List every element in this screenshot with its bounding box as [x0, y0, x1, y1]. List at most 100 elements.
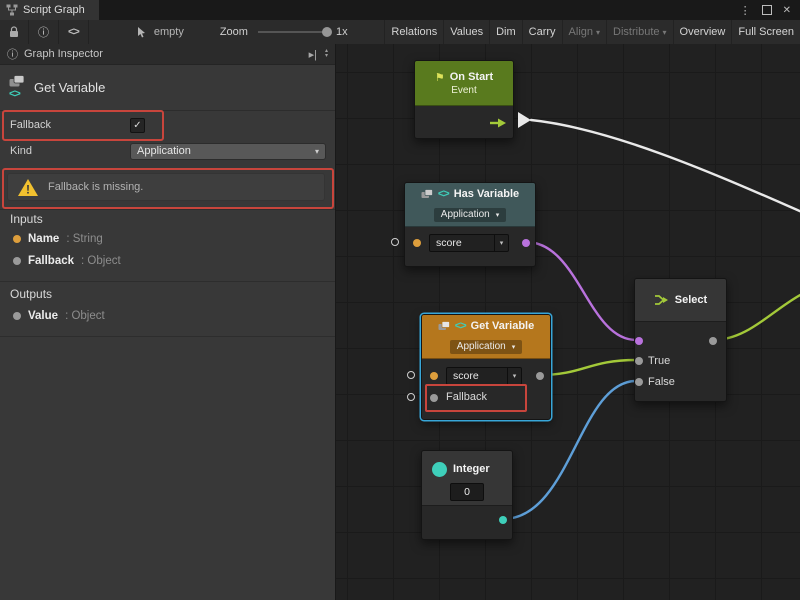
zoom-value: 1x [336, 26, 348, 38]
inputs-header: Inputs [10, 212, 43, 226]
inspector-header: ⓘ Graph Inspector ▸| ▴▾ [0, 44, 335, 65]
variables-icon [421, 189, 433, 199]
values-button[interactable]: Values [443, 20, 489, 44]
port-true-input[interactable] [635, 357, 643, 365]
distribute-button[interactable]: Distribute▾ [606, 20, 672, 44]
on-start-header: ⚑ On Start Event [415, 61, 513, 106]
input-row-fallback: Fallback : Object [13, 255, 121, 267]
tab-label: Script Graph [23, 4, 85, 16]
dropdown-arrow-icon: ▾ [512, 343, 516, 351]
unconnected-port-indicator [391, 238, 399, 246]
outputs-header: Outputs [10, 287, 52, 301]
code-icon: <> [438, 188, 449, 200]
name-value-field[interactable]: score ▾ [429, 234, 509, 252]
fullscreen-button[interactable]: Full Screen [731, 20, 800, 44]
align-button[interactable]: Align▾ [562, 20, 606, 44]
event-subtitle: Event [415, 85, 513, 96]
dropdown-arrow-icon: ▾ [315, 147, 319, 156]
output-row-value: Value : Object [13, 310, 105, 322]
integer-type-icon [432, 462, 447, 477]
scroll-spinner-icon[interactable]: ▴▾ [325, 49, 328, 59]
warning-icon: ! [17, 178, 39, 197]
port-integer-output[interactable] [499, 516, 507, 524]
graph-canvas[interactable]: ⚑ On Start Event [336, 44, 800, 600]
warning-helpbox: ! Fallback is missing. [7, 173, 325, 201]
false-port-label: False [648, 376, 675, 389]
node-integer[interactable]: Integer 0 [421, 450, 513, 540]
overview-button[interactable]: Overview [673, 20, 732, 44]
code-preview-button[interactable]: <> [59, 20, 89, 44]
window-menu-icon[interactable]: ⋮ [740, 4, 751, 17]
true-port-label: True [648, 355, 670, 368]
zoom-slider[interactable] [258, 31, 330, 33]
input-row-name: Name : String [13, 233, 103, 245]
wire-layer [336, 44, 800, 600]
code-icon: <> [9, 88, 20, 100]
kind-field-row: Kind Application ▾ [0, 139, 335, 163]
fallback-port-label: Fallback [446, 391, 487, 404]
svg-text:!: ! [26, 182, 30, 196]
lock-button[interactable] [0, 20, 29, 44]
node-get-variable[interactable]: <> Get Variable Application ▾ score ▾ Fa… [421, 314, 551, 420]
wire-on-start [531, 120, 800, 212]
dock-icon[interactable]: ▸| [309, 48, 317, 61]
port-name-input[interactable] [413, 239, 421, 247]
node-has-variable[interactable]: <> Has Variable Application ▾ score ▾ [404, 182, 536, 267]
selection-picker-label: empty [154, 26, 184, 38]
cursor-icon [137, 26, 148, 38]
port-selection-output[interactable] [709, 337, 717, 345]
relations-button[interactable]: Relations [384, 20, 443, 44]
port-dot-orange [13, 235, 21, 243]
script-graph-window: Script Graph ⋮ ✕ ⓘ <> empty Zoom [0, 0, 800, 600]
window-titlebar: Script Graph ⋮ ✕ [0, 0, 800, 20]
dropdown-arrow-icon: ▾ [596, 28, 600, 37]
dim-button[interactable]: Dim [489, 20, 522, 44]
port-value-output[interactable] [536, 372, 544, 380]
kind-dropdown[interactable]: Application ▾ [130, 143, 326, 160]
wire-get-variable-to-true [539, 360, 636, 375]
graph-toolbar: ⓘ <> empty Zoom 1x Relations Values Dim … [0, 20, 800, 45]
port-is-variable-defined-output[interactable] [522, 239, 530, 247]
code-icon: <> [455, 320, 466, 332]
inspect-button[interactable]: ⓘ [29, 20, 59, 44]
select-header: Select [635, 279, 726, 322]
kind-dropdown[interactable]: Application ▾ [450, 340, 522, 354]
close-icon[interactable]: ✕ [783, 5, 791, 16]
kind-dropdown[interactable]: Application ▾ [434, 208, 506, 222]
has-variable-header: <> Has Variable Application ▾ [405, 183, 535, 227]
maximize-icon[interactable] [762, 5, 772, 15]
script-graph-icon [6, 4, 18, 16]
unconnected-port-indicator [407, 371, 415, 379]
inspector-unit-title: <> Get Variable [0, 65, 335, 111]
wire-start-arrow-icon [518, 112, 531, 128]
kind-label: Kind [10, 145, 130, 157]
flag-icon: ⚑ [435, 71, 445, 84]
integer-value-field[interactable]: 0 [450, 483, 484, 501]
lock-icon [9, 26, 19, 38]
fallback-checkbox[interactable]: ✓ [130, 118, 145, 133]
node-select[interactable]: Select True False [634, 278, 727, 402]
check-icon: ✓ [133, 120, 141, 131]
fallback-field-row: Fallback ✓ [0, 113, 335, 137]
port-name-input[interactable] [430, 372, 438, 380]
dropdown-arrow-icon: ▾ [494, 235, 508, 251]
get-variable-header: <> Get Variable Application ▾ [422, 315, 550, 359]
inspector-title: Get Variable [34, 80, 105, 95]
carry-button[interactable]: Carry [522, 20, 562, 44]
node-on-start[interactable]: ⚑ On Start Event [414, 60, 514, 139]
divider [0, 209, 335, 210]
port-fallback-input[interactable] [430, 394, 438, 402]
code-icon: <> [68, 26, 79, 38]
name-value-field[interactable]: score ▾ [446, 367, 522, 385]
unconnected-port-indicator [407, 393, 415, 401]
selection-picker[interactable]: empty [137, 26, 184, 38]
port-condition-input[interactable] [635, 337, 643, 345]
fallback-label: Fallback [10, 119, 130, 131]
tab-script-graph[interactable]: Script Graph [0, 0, 99, 20]
trigger-output-port[interactable] [489, 117, 507, 129]
zoom-label: Zoom [220, 26, 248, 38]
dropdown-arrow-icon: ▾ [507, 368, 521, 384]
port-false-input[interactable] [635, 378, 643, 386]
divider [0, 281, 335, 282]
zoom-slider-handle[interactable] [322, 27, 332, 37]
